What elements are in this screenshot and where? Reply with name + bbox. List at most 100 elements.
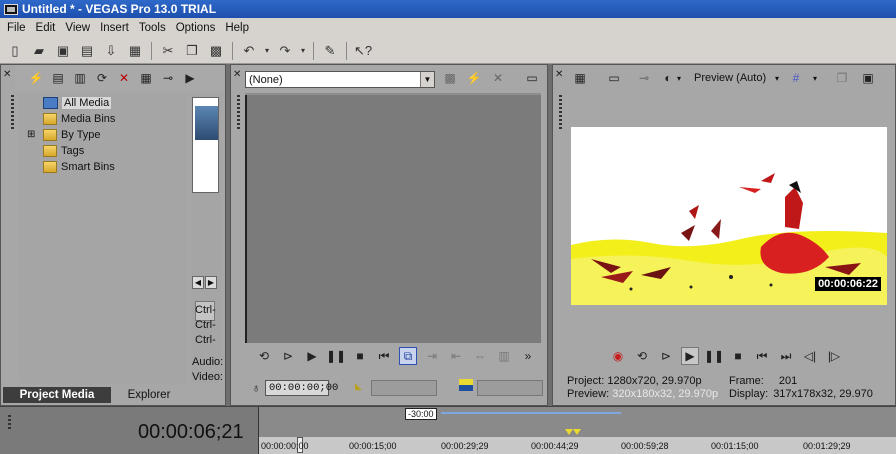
menu-file[interactable]: File bbox=[2, 22, 31, 34]
trim-out-field[interactable] bbox=[477, 380, 543, 396]
media-fx-icon[interactable]: ⊸ bbox=[159, 69, 177, 87]
remove-icon[interactable]: ✕ bbox=[115, 69, 133, 87]
menu-insert[interactable]: Insert bbox=[95, 22, 134, 34]
marker-icon[interactable] bbox=[573, 429, 581, 435]
expand-plus-icon[interactable]: ⊞ bbox=[27, 129, 39, 140]
properties-icon[interactable]: ▦ bbox=[124, 40, 146, 62]
undo-icon[interactable]: ↶ bbox=[238, 40, 260, 62]
menu-view[interactable]: View bbox=[60, 22, 95, 34]
menu-options[interactable]: Options bbox=[171, 22, 221, 34]
render-icon[interactable]: ⇩ bbox=[100, 40, 122, 62]
menu-tools[interactable]: Tools bbox=[134, 22, 171, 34]
play-from-start-icon[interactable]: ⊳ bbox=[657, 347, 675, 365]
copy-icon[interactable]: ❐ bbox=[181, 40, 203, 62]
paste-icon[interactable]: ▩ bbox=[205, 40, 227, 62]
drag-grip[interactable] bbox=[237, 95, 240, 131]
preview-quality-select[interactable]: Preview (Auto) bbox=[694, 72, 766, 84]
pause-icon[interactable]: ❚❚ bbox=[704, 347, 724, 365]
undo-dropdown-icon[interactable]: ▾ bbox=[262, 40, 272, 62]
more-icon[interactable]: » bbox=[519, 347, 537, 365]
tree-item-media-bins[interactable]: Media Bins bbox=[43, 111, 115, 126]
trim-in-field[interactable] bbox=[371, 380, 437, 396]
trimmer-timecode[interactable]: 00:00:00;00 bbox=[265, 380, 338, 396]
loop-icon[interactable]: ⟲ bbox=[633, 347, 651, 365]
stop-icon[interactable]: ■ bbox=[729, 347, 747, 365]
open-icon[interactable]: ▰ bbox=[28, 40, 50, 62]
overlays-grid-icon[interactable]: # bbox=[787, 69, 805, 87]
get-media-icon[interactable]: ▥ bbox=[71, 69, 89, 87]
go-to-start-icon[interactable]: ⏮ bbox=[753, 347, 771, 365]
pause-icon[interactable]: ❚❚ bbox=[326, 347, 346, 365]
media-thumbnail[interactable] bbox=[192, 97, 219, 193]
loop-region-label[interactable]: -30:00 bbox=[405, 408, 437, 420]
next-frame-icon[interactable]: |▷ bbox=[825, 347, 843, 365]
chevron-down-icon[interactable]: ▾ bbox=[677, 74, 681, 83]
play-from-start-icon[interactable]: ⊳ bbox=[279, 347, 297, 365]
tree-item-tags[interactable]: Tags bbox=[43, 143, 84, 158]
external-monitor-icon[interactable]: ▭ bbox=[605, 69, 623, 87]
tab-project-media[interactable]: Project Media bbox=[3, 387, 111, 403]
scroll-left-icon[interactable]: ◀ bbox=[192, 276, 204, 289]
refresh-icon[interactable]: ⟳ bbox=[93, 69, 111, 87]
select-region-icon[interactable]: ⧉ bbox=[399, 347, 417, 365]
tree-item-smart-bins[interactable]: Smart Bins bbox=[43, 159, 115, 174]
trimmer-pen-icon[interactable]: ⚡ bbox=[465, 69, 483, 87]
trimmer-clear-icon[interactable]: ✕ bbox=[489, 69, 507, 87]
previous-frame-icon[interactable]: ◁| bbox=[801, 347, 819, 365]
in-point-icon[interactable]: ◣ bbox=[355, 381, 362, 392]
play-icon[interactable]: ▶ bbox=[681, 347, 699, 365]
capture-icon[interactable]: ▤ bbox=[49, 69, 67, 87]
record-icon[interactable]: ◉ bbox=[609, 347, 627, 365]
views-icon[interactable]: ▶ bbox=[181, 69, 199, 87]
timeline-ruler[interactable]: -30:00 00:00:00;00 00:00:15;00 00:00:29;… bbox=[258, 407, 896, 454]
brush-icon[interactable]: ✎ bbox=[319, 40, 341, 62]
fit-icon[interactable]: ⇔ bbox=[471, 347, 489, 365]
go-to-start-icon[interactable]: ⏮ bbox=[375, 347, 393, 365]
trimmer-monitor-icon[interactable]: ▭ bbox=[523, 69, 541, 87]
save-as-icon[interactable]: ▤ bbox=[76, 40, 98, 62]
close-icon[interactable]: ✕ bbox=[555, 69, 563, 80]
drag-grip[interactable] bbox=[11, 95, 14, 131]
stop-icon[interactable]: ■ bbox=[351, 347, 369, 365]
split-screen-icon[interactable]: ◐ bbox=[659, 69, 677, 87]
cut-icon[interactable]: ✂ bbox=[157, 40, 179, 62]
current-time-display[interactable]: 00:00:06;21 bbox=[138, 421, 244, 444]
import-media-icon[interactable]: ⚡ bbox=[27, 69, 45, 87]
marker-icon[interactable] bbox=[565, 429, 573, 435]
video-preview-screen[interactable]: 00:00:06:22 bbox=[571, 127, 887, 305]
preview-fx-icon[interactable]: ⊸ bbox=[635, 69, 653, 87]
copy-snapshot-icon[interactable]: ❐ bbox=[833, 69, 851, 87]
redo-dropdown-icon[interactable]: ▾ bbox=[298, 40, 308, 62]
redo-icon[interactable]: ↷ bbox=[274, 40, 296, 62]
chevron-down-icon[interactable]: ▼ bbox=[420, 72, 434, 87]
trim-length-icon[interactable] bbox=[459, 379, 473, 391]
drag-grip[interactable] bbox=[559, 95, 562, 131]
chevron-down-icon[interactable]: ▾ bbox=[813, 74, 817, 83]
loop-icon[interactable]: ⟲ bbox=[255, 347, 273, 365]
trimmer-fx-icon[interactable]: ▩ bbox=[441, 69, 459, 87]
help-pointer-icon[interactable]: ↖? bbox=[352, 40, 374, 62]
menu-help[interactable]: Help bbox=[220, 22, 254, 34]
add-to-timeline-icon[interactable]: ⇥ bbox=[423, 347, 441, 365]
drag-grip[interactable] bbox=[8, 415, 11, 429]
loop-region-bar[interactable] bbox=[441, 412, 621, 414]
trimmer-media-select[interactable]: (None) ▼ bbox=[245, 71, 435, 88]
play-icon[interactable]: ▶ bbox=[303, 347, 321, 365]
save-snapshot-icon[interactable]: ▣ bbox=[859, 69, 877, 87]
add-to-timeline-before-icon[interactable]: ⇤ bbox=[447, 347, 465, 365]
close-icon[interactable]: ✕ bbox=[3, 69, 11, 80]
close-icon[interactable]: ✕ bbox=[233, 69, 241, 80]
tree-item-all-media[interactable]: All Media bbox=[43, 95, 112, 110]
tree-item-by-type[interactable]: ⊞ By Type bbox=[27, 127, 101, 142]
scroll-right-icon[interactable]: ▶ bbox=[205, 276, 217, 289]
trimmer-timeline-area[interactable] bbox=[245, 95, 541, 343]
save-icon[interactable]: ▣ bbox=[52, 40, 74, 62]
go-to-end-icon[interactable]: ⏭ bbox=[777, 347, 795, 365]
new-project-icon[interactable]: ▯ bbox=[4, 40, 26, 62]
menu-edit[interactable]: Edit bbox=[31, 22, 61, 34]
mic-icon[interactable]: ♁ bbox=[247, 379, 265, 397]
media-properties-icon[interactable]: ▦ bbox=[137, 69, 155, 87]
tab-explorer[interactable]: Explorer bbox=[111, 387, 187, 403]
preview-properties-icon[interactable]: ▦ bbox=[571, 69, 589, 87]
chevron-down-icon[interactable]: ▾ bbox=[775, 74, 779, 83]
